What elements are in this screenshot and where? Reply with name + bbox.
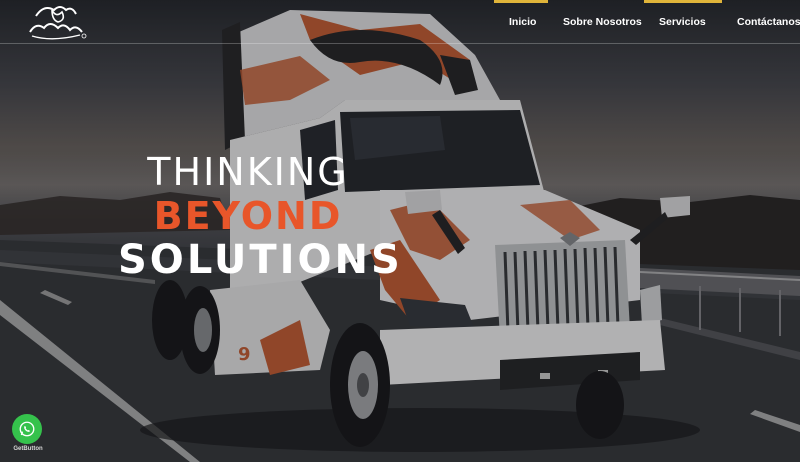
nav-item-label: Sobre Nosotros <box>563 16 642 28</box>
nav-item-sobre-nosotros[interactable]: Sobre Nosotros <box>548 0 644 44</box>
getbutton-caption[interactable]: GetButton <box>6 446 50 452</box>
headline-line-solutions: SOLUTIONS <box>118 237 403 283</box>
site-header: Inicio Sobre Nosotros Servicios Contácta… <box>0 0 800 44</box>
hero-headline: THINKING BEYOND SOLUTIONS <box>118 150 403 283</box>
brand-logo[interactable] <box>22 2 90 42</box>
nav-item-label: Servicios <box>659 16 706 28</box>
nav-item-contactanos[interactable]: Contáctanos <box>722 0 800 44</box>
main-nav: Inicio Sobre Nosotros Servicios Contácta… <box>494 0 800 44</box>
tiger-logo-icon <box>29 6 87 40</box>
whatsapp-icon <box>19 421 35 437</box>
nav-item-inicio[interactable]: Inicio <box>494 0 548 44</box>
headline-line-beyond: BEYOND <box>153 194 343 238</box>
whatsapp-button[interactable] <box>12 414 42 444</box>
nav-item-label: Contáctanos <box>737 16 800 28</box>
nav-item-servicios[interactable]: Servicios <box>644 0 722 44</box>
nav-item-label: Inicio <box>509 16 537 28</box>
headline-line-thinking: THINKING <box>147 150 349 194</box>
